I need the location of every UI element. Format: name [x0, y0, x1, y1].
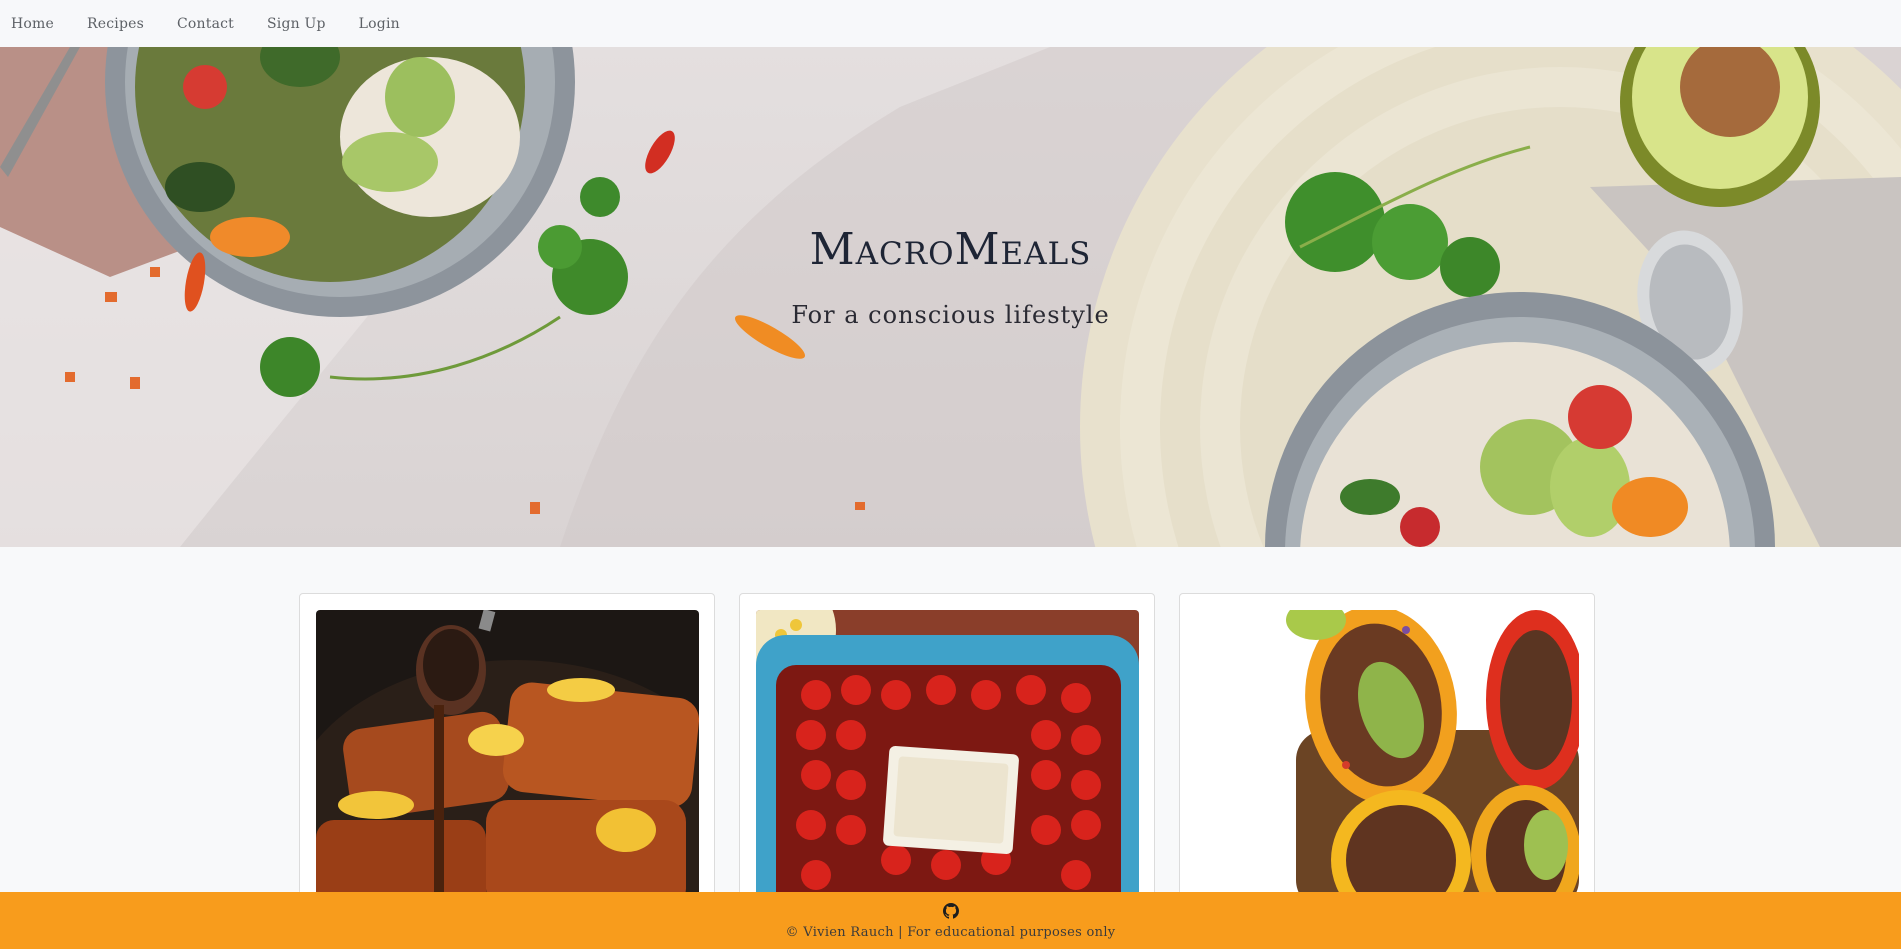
baked-feta-tomato-image[interactable] — [756, 610, 1139, 910]
footer-copyright: © Vivien Rauch | For educational purpose… — [785, 925, 1116, 940]
recipe-card[interactable] — [1179, 593, 1595, 913]
stuffed-peppers-image[interactable] — [1196, 610, 1579, 910]
hero-tagline: For a conscious lifestyle — [791, 301, 1110, 329]
github-icon[interactable] — [942, 903, 959, 919]
nav-signup-link[interactable]: Sign Up — [267, 16, 326, 32]
recipe-cards — [299, 593, 1596, 913]
footer: © Vivien Rauch | For educational purpose… — [0, 892, 1901, 949]
nav-login-link[interactable]: Login — [359, 16, 400, 32]
recipe-card[interactable] — [739, 593, 1155, 913]
hero-banner: MacroMeals For a conscious lifestyle — [0, 47, 1901, 547]
recipe-card[interactable] — [299, 593, 715, 913]
nav-home-link[interactable]: Home — [11, 16, 54, 32]
brand-title: MacroMeals — [809, 224, 1092, 275]
navbar: Home Recipes Contact Sign Up Login — [0, 0, 1901, 47]
salmon-dish-image[interactable] — [316, 610, 699, 910]
hero-text: MacroMeals For a conscious lifestyle — [0, 47, 1901, 547]
nav-recipes-link[interactable]: Recipes — [87, 16, 144, 32]
nav-contact-link[interactable]: Contact — [177, 16, 234, 32]
